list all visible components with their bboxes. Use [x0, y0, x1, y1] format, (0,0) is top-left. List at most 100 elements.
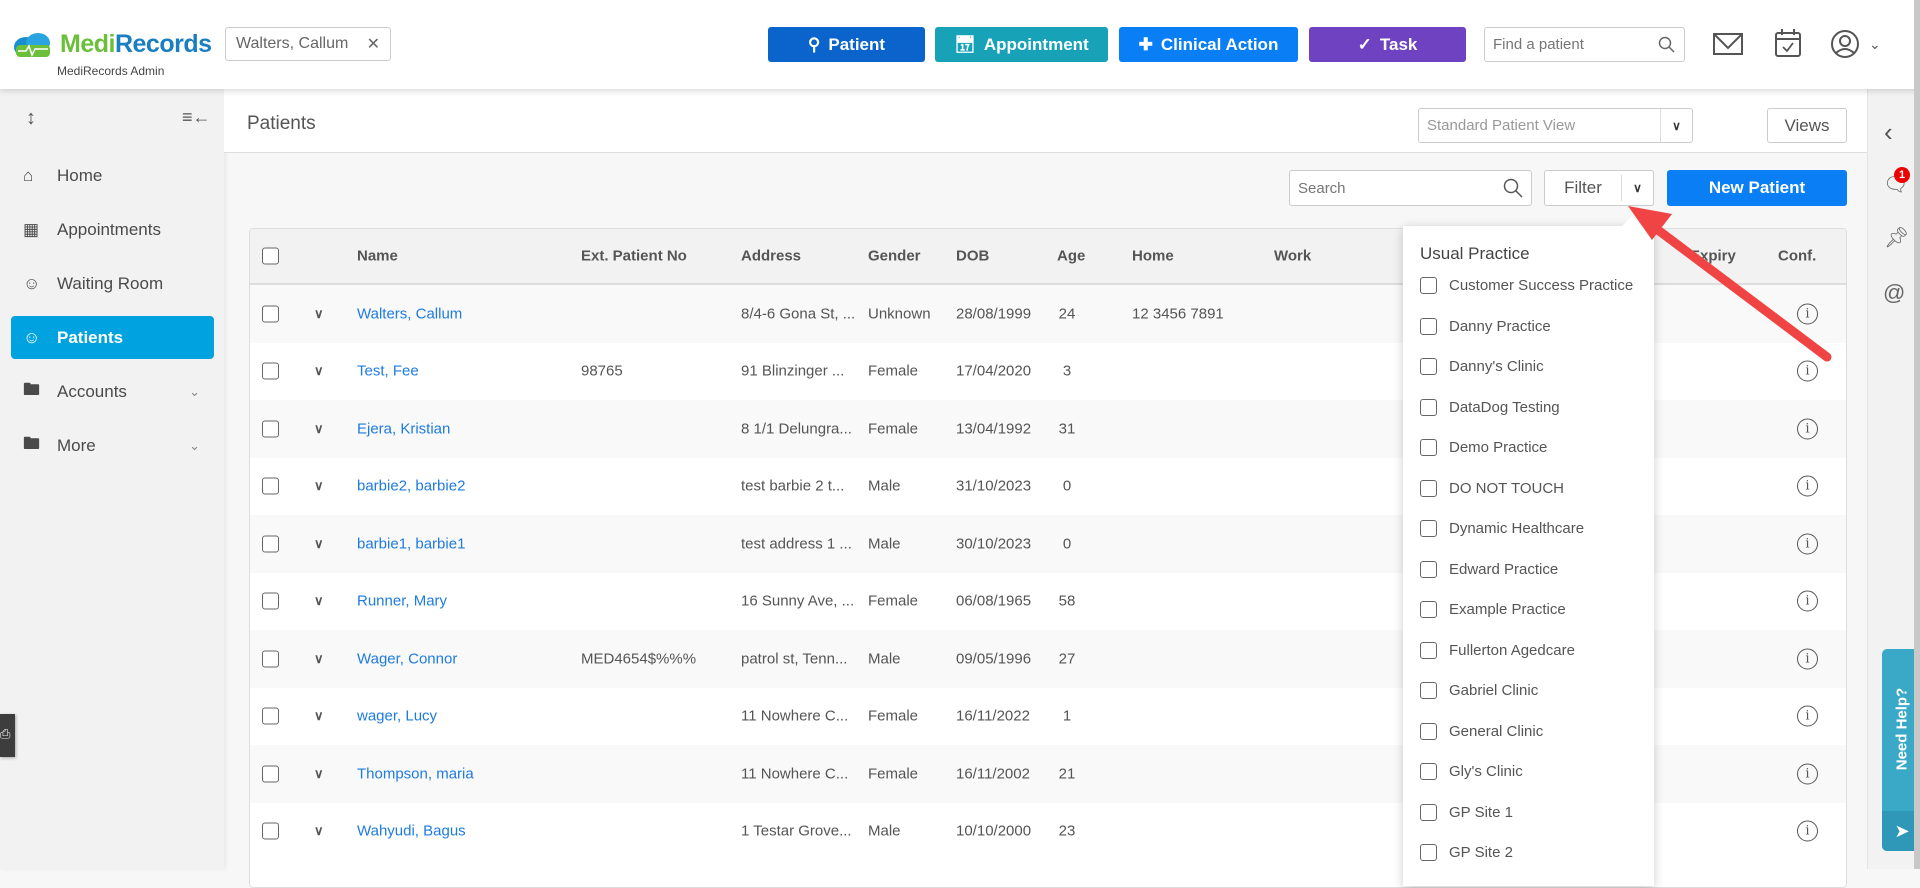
info-icon[interactable]: i — [1797, 533, 1818, 555]
filter-button[interactable]: Filter ∨ — [1544, 170, 1654, 206]
clinical-action-button[interactable]: ✚ Clinical Action — [1119, 27, 1298, 62]
expand-row-chevron-icon[interactable]: ∨ — [314, 708, 324, 724]
filter-option-checkbox[interactable] — [1420, 317, 1437, 335]
sidebar-item-more[interactable]: 🖿︎ More ⌄ — [11, 424, 214, 467]
filter-option[interactable]: General Clinic — [1420, 722, 1543, 740]
filter-option[interactable]: Example Practice — [1420, 601, 1566, 618]
row-checkbox[interactable] — [262, 362, 279, 380]
filter-option-checkbox[interactable] — [1420, 844, 1437, 861]
patient-name-link[interactable]: Ejera, Kristian — [357, 420, 450, 437]
column-header-ext-patient-no[interactable]: Ext. Patient No — [581, 248, 687, 265]
sidebar-item-appointments[interactable]: ▦ Appointments — [11, 208, 214, 251]
info-icon[interactable]: i — [1797, 590, 1818, 612]
column-header-address[interactable]: Address — [741, 248, 801, 265]
user-avatar-icon[interactable] — [1830, 29, 1860, 59]
filter-option-checkbox[interactable] — [1420, 479, 1437, 497]
patient-name-link[interactable]: Thompson, maria — [357, 765, 474, 782]
filter-option-checkbox[interactable] — [1420, 641, 1437, 659]
chevron-left-icon[interactable]: ‹ — [1884, 117, 1893, 148]
filter-option[interactable]: Demo Practice — [1420, 439, 1547, 456]
info-icon[interactable]: i — [1797, 820, 1818, 842]
patient-name-link[interactable]: Runner, Mary — [357, 593, 447, 610]
filter-option-checkbox[interactable] — [1420, 682, 1437, 699]
task-button[interactable]: ✓ Task — [1309, 27, 1466, 62]
row-checkbox[interactable] — [262, 535, 279, 553]
patient-name-link[interactable]: Walters, Callum — [357, 305, 462, 322]
expand-row-chevron-icon[interactable]: ∨ — [314, 823, 324, 839]
info-icon[interactable]: i — [1797, 475, 1818, 497]
info-icon[interactable]: i — [1797, 418, 1818, 440]
search-icon[interactable] — [1503, 178, 1523, 198]
filter-option[interactable]: Edward Practice — [1420, 560, 1558, 578]
column-header-age[interactable]: Age — [1057, 248, 1085, 265]
patient-search-field[interactable] — [1298, 179, 1488, 197]
floating-tool-tab[interactable]: ⎙ — [0, 714, 15, 757]
filter-option[interactable]: Dynamic Healthcare — [1420, 520, 1584, 537]
mention-icon[interactable]: @ — [1883, 280, 1905, 306]
expand-row-chevron-icon[interactable]: ∨ — [314, 306, 324, 322]
expand-row-chevron-icon[interactable]: ∨ — [314, 536, 324, 552]
filter-option-checkbox[interactable] — [1420, 439, 1437, 456]
filter-option[interactable]: DO NOT TOUCH — [1420, 479, 1564, 497]
chevron-down-icon[interactable]: ⌄ — [1869, 36, 1881, 53]
patient-name-link[interactable]: Wager, Connor — [357, 650, 457, 667]
filter-option-checkbox[interactable] — [1420, 803, 1437, 821]
row-checkbox[interactable] — [262, 765, 279, 783]
filter-option-checkbox[interactable] — [1420, 398, 1437, 416]
filter-option-checkbox[interactable] — [1420, 722, 1437, 740]
views-button[interactable]: Views — [1767, 108, 1847, 143]
expand-row-chevron-icon[interactable]: ∨ — [314, 478, 324, 494]
select-all-checkbox[interactable] — [262, 247, 279, 265]
filter-option[interactable]: Danny's Clinic — [1420, 358, 1544, 375]
filter-option-checkbox[interactable] — [1420, 358, 1437, 375]
filter-option-checkbox[interactable] — [1420, 763, 1437, 780]
column-header-dob[interactable]: DOB — [956, 248, 989, 265]
pin-icon[interactable]: 📌︎ — [1884, 225, 1909, 250]
sidebar-item-home[interactable]: ⌂ Home — [11, 154, 214, 197]
appointment-button[interactable]: 📅︎ Appointment — [935, 27, 1108, 62]
info-icon[interactable]: i — [1797, 705, 1818, 727]
column-header-name[interactable]: Name — [357, 248, 398, 265]
expand-row-chevron-icon[interactable]: ∨ — [314, 363, 324, 379]
row-checkbox[interactable] — [262, 822, 279, 840]
expand-row-chevron-icon[interactable]: ∨ — [314, 651, 324, 667]
sidebar-item-patients[interactable]: ☺ Patients — [11, 316, 214, 359]
row-checkbox[interactable] — [262, 420, 279, 438]
row-checkbox[interactable] — [262, 650, 279, 668]
row-checkbox[interactable] — [262, 305, 279, 323]
info-icon[interactable]: i — [1797, 303, 1818, 325]
find-patient-field[interactable] — [1493, 36, 1643, 53]
new-patient-button[interactable]: New Patient — [1667, 170, 1847, 206]
current-patient-chip[interactable]: Walters, Callum ✕ — [225, 27, 391, 61]
row-checkbox[interactable] — [262, 707, 279, 725]
filter-option[interactable]: Danny Practice — [1420, 317, 1551, 335]
column-header-conf[interactable]: Conf. — [1778, 248, 1816, 265]
filter-option[interactable]: Gly's Clinic — [1420, 763, 1523, 780]
info-icon[interactable]: i — [1797, 360, 1818, 382]
sidebar-item-accounts[interactable]: 🖿︎ Accounts ⌄ — [11, 370, 214, 413]
column-header-gender[interactable]: Gender — [868, 248, 921, 265]
filter-option-checkbox[interactable] — [1420, 277, 1437, 294]
info-icon[interactable]: i — [1797, 648, 1818, 670]
logo[interactable]: MediRecords ⌄ — [12, 30, 235, 59]
mail-icon[interactable] — [1713, 32, 1743, 56]
filter-option-checkbox[interactable] — [1420, 601, 1437, 618]
filter-option[interactable]: DataDog Testing — [1420, 398, 1560, 416]
info-icon[interactable]: i — [1797, 763, 1818, 785]
column-header-work[interactable]: Work — [1274, 248, 1311, 265]
patient-name-link[interactable]: barbie2, barbie2 — [357, 478, 465, 495]
chevron-down-icon[interactable]: ∨ — [1621, 175, 1653, 201]
close-icon[interactable]: ✕ — [367, 34, 380, 54]
filter-option[interactable]: Gabriel Clinic — [1420, 682, 1538, 699]
collapse-sidebar-icon[interactable]: ≡← — [182, 107, 211, 128]
filter-option-checkbox[interactable] — [1420, 560, 1437, 578]
view-select[interactable]: Standard Patient View ∨ — [1418, 108, 1693, 143]
column-header-expiry[interactable]: Expiry — [1690, 248, 1736, 265]
filter-option[interactable]: GP Site 2 — [1420, 844, 1513, 861]
patient-name-link[interactable]: Wahyudi, Bagus — [357, 823, 466, 840]
new-patient-header-button[interactable]: ⚲ Patient — [768, 27, 925, 62]
expand-vertical-icon[interactable]: ↕ — [26, 107, 36, 130]
expand-row-chevron-icon[interactable]: ∨ — [314, 421, 324, 437]
chevron-down-icon[interactable]: ∨ — [1660, 109, 1692, 142]
filter-option[interactable]: Customer Success Practice — [1420, 277, 1633, 294]
